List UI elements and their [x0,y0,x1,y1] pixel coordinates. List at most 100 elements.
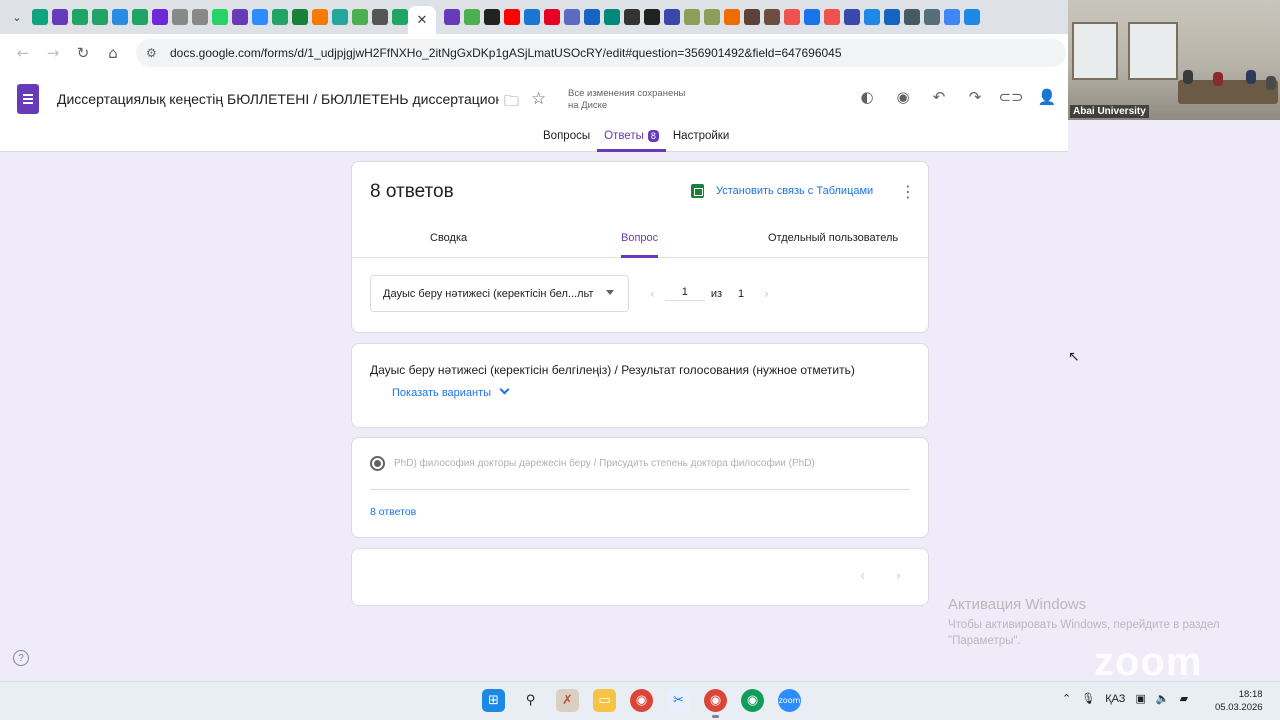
site-tab-icon-7[interactable] [464,9,480,25]
question-select-dropdown[interactable]: Дауыс беру нәтижесі (керектісін бел...ль… [370,275,629,312]
site-tab-icon-purple[interactable] [152,9,168,25]
battery-icon[interactable]: ▰ [1180,692,1188,705]
site-tab-icon-12[interactable] [604,9,620,25]
site-tab-icon-dark[interactable] [372,9,388,25]
add-collaborator-icon[interactable]: 👤 [1036,86,1058,108]
site-tab-icon-27[interactable] [964,9,980,25]
app-icon-x[interactable]: ✗ [556,689,579,712]
search-icon[interactable]: ⚲ [519,689,542,712]
reload-icon[interactable]: ↻ [68,38,98,68]
folder-icon[interactable]: 🗀 [504,91,519,116]
tab-question[interactable]: Вопрос [621,232,659,258]
palette-icon[interactable]: ◐ [856,86,878,108]
site-tab-icon-18[interactable] [724,9,740,25]
site-tab-icon-16[interactable] [684,9,700,25]
tab-individual[interactable]: Отдельный пользователь [768,232,898,258]
sheets-icon[interactable] [691,184,704,198]
plus-tab-icon[interactable] [292,9,308,25]
drive-tab-icon[interactable] [72,9,88,25]
address-bar[interactable]: ⚙ docs.google.com/forms/d/1_udjpjgjwH2Ff… [136,39,1066,67]
file-explorer-icon[interactable]: ▭ [593,689,616,712]
tab-settings[interactable]: Настройки [666,130,736,152]
site-tab-icon-blue[interactable] [112,9,128,25]
tab-responses[interactable]: Ответы 8 [597,130,666,152]
close-icon[interactable]: ✕ [417,12,428,28]
site-tab-icon-25[interactable] [904,9,920,25]
gmail-tab-icon[interactable] [804,9,820,25]
whatsapp-tab-icon[interactable] [212,9,228,25]
pinterest-tab-icon[interactable] [544,9,560,25]
next-response-icon[interactable]: › [896,569,901,584]
youtube-tab-icon[interactable] [504,9,520,25]
network-icon[interactable]: ▣ [1135,692,1145,705]
site-tab-icon-23[interactable] [864,9,880,25]
link-to-sheets-button[interactable]: Установить связь с Таблицами [716,185,873,197]
home-icon[interactable]: ⌂ [98,38,128,68]
site-tab-icon-22[interactable] [824,9,840,25]
undo-icon[interactable]: ↶ [928,86,950,108]
site-tab-icon-10[interactable] [564,9,580,25]
drive-tab-icon-4[interactable] [272,9,288,25]
tab-search-chevron-icon[interactable]: ⌄ [6,6,28,28]
site-tab-icon-b[interactable] [352,9,368,25]
site-tab-icon-20[interactable] [764,9,780,25]
chrome-profile-icon-2[interactable]: ◉ [741,689,764,712]
site-info-icon[interactable]: ⚙ [146,46,162,60]
microphone-icon[interactable]: 🎙 [1081,692,1095,705]
forms-tab-icon-2[interactable] [232,9,248,25]
site-tab-icon-17[interactable] [704,9,720,25]
chevron-up-icon[interactable]: ⌃ [1062,692,1071,705]
chrome-icon[interactable]: ◉ [630,689,653,712]
volume-icon[interactable]: 🔈 [1156,692,1170,705]
site-tab-icon-teal[interactable] [332,9,348,25]
site-tab-icon-19[interactable] [744,9,760,25]
prev-question-icon[interactable]: ‹ [650,287,655,301]
site-tab-icon-21[interactable] [784,9,800,25]
participant-video[interactable]: Abai University [1068,0,1280,120]
zoom-tab-icon[interactable] [252,9,268,25]
site-tab-icon-white-2[interactable] [192,9,208,25]
site-tab-icon-11[interactable] [584,9,600,25]
forward-arrow-icon[interactable]: → [38,38,68,68]
chrome-profile-icon[interactable]: ◉ [704,689,727,718]
site-tab-icon-26[interactable] [924,9,940,25]
active-tab-close-button[interactable]: ✕ [408,6,436,34]
forms-tab-icon-4[interactable] [844,9,860,25]
forms-tab-icon[interactable] [52,9,68,25]
link-icon[interactable]: ⊂⊃ [998,86,1023,108]
drive-tab-icon-3[interactable] [132,9,148,25]
site-tab-icon-sc[interactable] [312,9,328,25]
taskbar-clock[interactable]: 18:18 05.03.2026 [1215,688,1263,714]
show-options-button[interactable]: Показать варианты [392,384,510,399]
drive-tab-icon-2[interactable] [92,9,108,25]
form-title[interactable]: Диссертациялық кеңестің БЮЛЛЕТЕНІ / БЮЛЛ… [57,91,499,107]
google-tab-icon[interactable] [944,9,960,25]
next-question-icon[interactable]: › [764,287,769,301]
answers-count-link[interactable]: 8 ответов [370,506,416,518]
tab-summary[interactable]: Сводка [430,232,467,258]
pager-current[interactable]: 1 [664,286,705,301]
site-tab-icon-15[interactable] [664,9,680,25]
star-icon[interactable]: ☆ [531,89,546,109]
back-arrow-icon[interactable]: ← [8,38,38,68]
zoom-icon[interactable]: zoom [778,689,801,712]
site-tab-icon-14[interactable] [644,9,660,25]
tab-questions[interactable]: Вопросы [536,130,597,152]
google-forms-logo-icon[interactable] [17,84,39,114]
site-tab-icon-9[interactable] [524,9,540,25]
snipping-tool-icon[interactable]: ✂ [667,689,690,712]
forms-tab-icon-3[interactable] [444,9,460,25]
more-vert-icon[interactable]: ⋮ [900,182,916,201]
prev-response-icon[interactable]: ‹ [860,569,865,584]
redo-icon[interactable]: ↷ [964,86,986,108]
site-tab-icon-13[interactable] [624,9,640,25]
chatgpt-tab-icon[interactable] [32,9,48,25]
help-icon[interactable]: ? [13,650,29,666]
site-tab-icon-8[interactable] [484,9,500,25]
windows-start-icon[interactable]: ⊞ [482,689,505,712]
preview-eye-icon[interactable]: ◉ [892,86,914,108]
language-indicator[interactable]: ҚАЗ [1105,693,1125,705]
drive-tab-icon-5[interactable] [392,9,408,25]
site-tab-icon-24[interactable] [884,9,900,25]
site-tab-icon-white[interactable] [172,9,188,25]
